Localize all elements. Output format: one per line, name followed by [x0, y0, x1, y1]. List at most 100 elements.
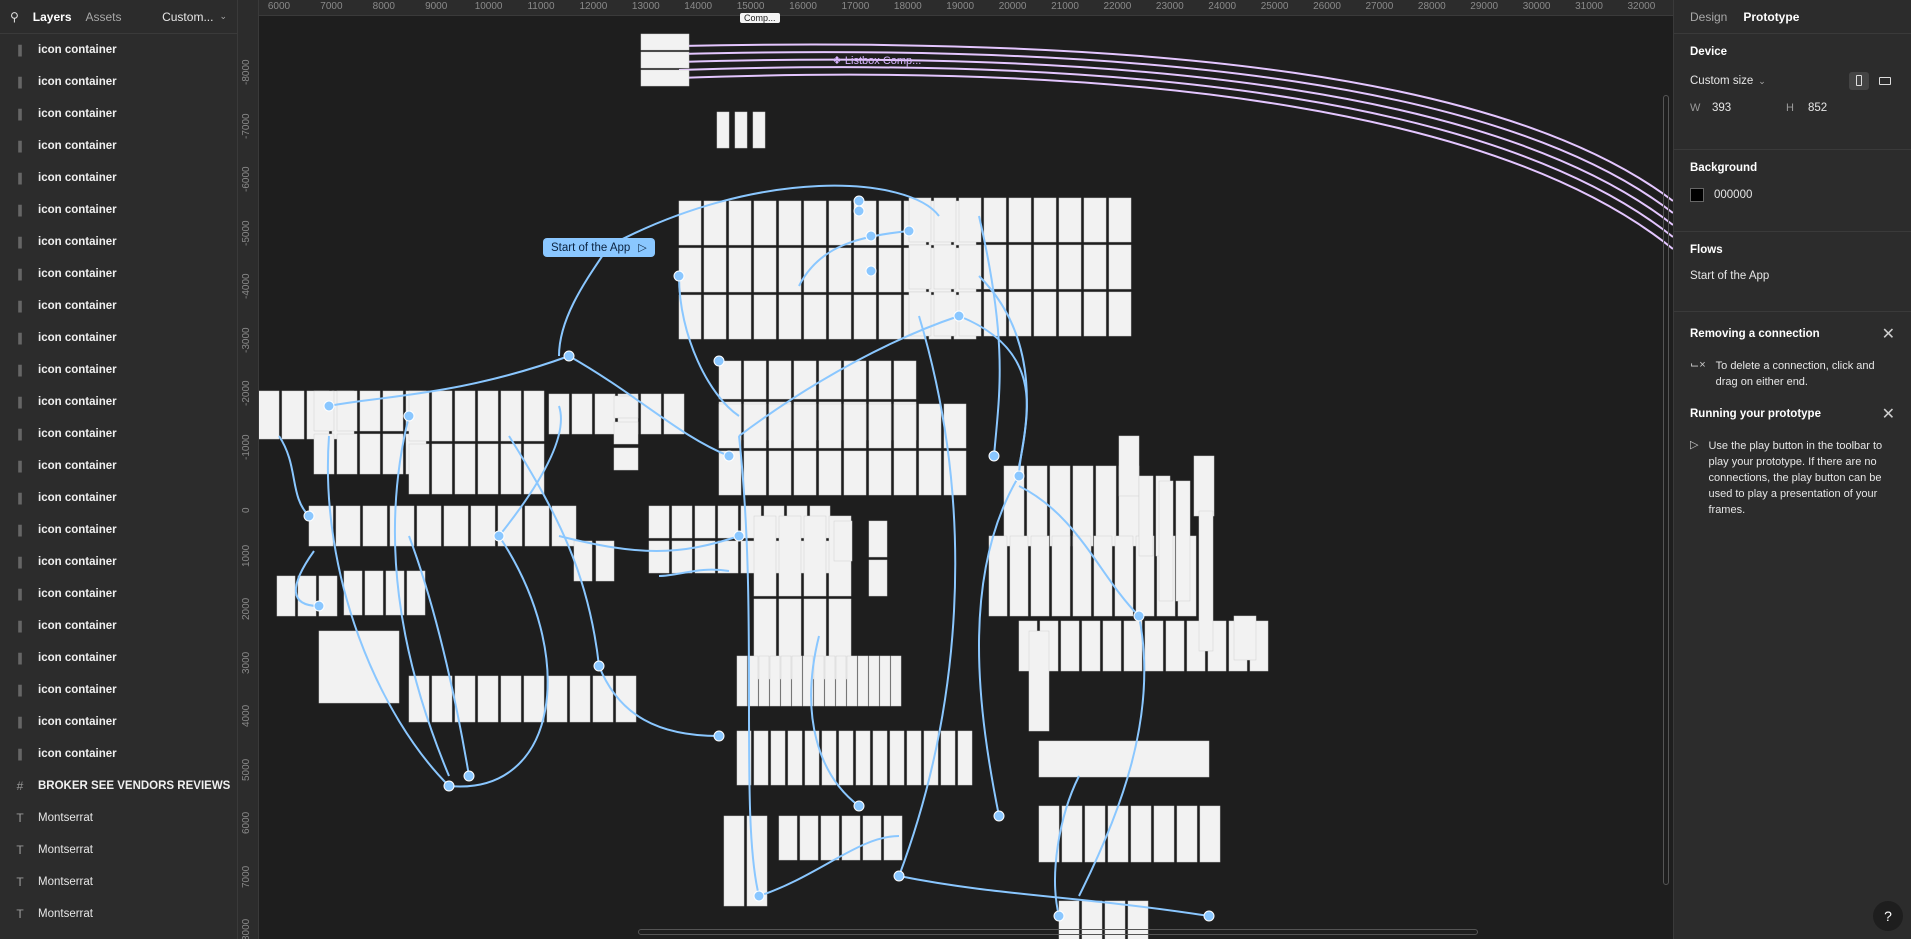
screen-frame[interactable]	[890, 655, 902, 707]
screen-frame[interactable]	[743, 450, 767, 496]
screen-frame[interactable]	[1093, 535, 1113, 617]
screen-frame[interactable]	[500, 675, 522, 723]
screen-frame[interactable]	[918, 403, 942, 449]
prototype-connector[interactable]	[558, 245, 610, 357]
screen-frame[interactable]	[1102, 620, 1122, 672]
connector-node[interactable]	[853, 800, 865, 812]
screen-frame[interactable]	[793, 450, 817, 496]
screen-frame[interactable]	[933, 244, 957, 290]
screen-frame[interactable]	[523, 390, 545, 442]
screen-frame[interactable]	[663, 393, 685, 435]
screen-frame[interactable]	[569, 675, 591, 723]
screen-frame[interactable]	[678, 247, 702, 293]
screen-frame[interactable]	[1081, 620, 1101, 672]
connector-node[interactable]	[443, 780, 455, 792]
connector-node[interactable]	[903, 225, 915, 237]
layer-row[interactable]: ∥ icon container	[0, 642, 237, 674]
screen-frame[interactable]	[833, 520, 853, 562]
screen-frame[interactable]	[862, 815, 882, 861]
screen-frame[interactable]	[943, 450, 967, 496]
screen-frame[interactable]	[879, 655, 891, 707]
screen-frame[interactable]	[1175, 480, 1191, 602]
tab-layers[interactable]: Layers	[33, 10, 72, 24]
screen-frame[interactable]	[648, 505, 670, 539]
tab-assets[interactable]: Assets	[86, 10, 122, 24]
layer-row[interactable]: ∥ icon container	[0, 514, 237, 546]
screen-frame[interactable]	[868, 450, 892, 496]
screen-frame[interactable]	[364, 570, 384, 616]
screen-frame[interactable]	[988, 535, 1008, 617]
screen-frame[interactable]	[416, 505, 442, 547]
screen-frame[interactable]	[828, 247, 852, 293]
screen-frame[interactable]	[872, 730, 888, 786]
screen-frame[interactable]	[1193, 455, 1215, 517]
screen-frame[interactable]	[1130, 805, 1152, 863]
screen-frame[interactable]	[694, 505, 716, 539]
prototype-connector[interactable]	[678, 73, 1673, 250]
layer-row[interactable]: ∥ icon container	[0, 738, 237, 770]
screen-frame[interactable]	[523, 675, 545, 723]
screen-frame[interactable]	[857, 655, 869, 707]
prototype-connector[interactable]	[278, 435, 310, 517]
screen-frame[interactable]	[613, 421, 639, 445]
screen-frame[interactable]	[893, 403, 917, 449]
screen-frame[interactable]	[778, 247, 802, 293]
connector-node[interactable]	[865, 230, 877, 242]
screen-frame[interactable]	[548, 393, 570, 435]
screen-frame[interactable]	[1233, 615, 1257, 661]
screen-frame[interactable]	[613, 447, 639, 471]
screen-frame[interactable]	[1028, 630, 1050, 732]
screen-frame[interactable]	[846, 655, 858, 707]
screen-frame[interactable]	[820, 815, 840, 861]
connector-node[interactable]	[493, 530, 505, 542]
search-icon[interactable]: ⚲	[10, 10, 19, 24]
screen-frame[interactable]	[1033, 244, 1057, 290]
connector-node[interactable]	[1133, 610, 1145, 622]
screen-frame[interactable]	[1033, 291, 1057, 337]
screen-frame[interactable]	[889, 730, 905, 786]
screen-frame[interactable]	[297, 575, 317, 617]
screen-frame[interactable]	[1176, 805, 1198, 863]
screen-frame[interactable]	[1058, 244, 1082, 290]
screen-frame[interactable]	[828, 200, 852, 246]
screen-frame[interactable]	[821, 730, 837, 786]
screen-frame[interactable]	[276, 575, 296, 617]
screen-frame[interactable]	[940, 730, 956, 786]
layer-row[interactable]: ∥ icon container	[0, 98, 237, 130]
connector-node[interactable]	[993, 810, 1005, 822]
screen-frame[interactable]	[778, 815, 798, 861]
screen-frame[interactable]	[803, 247, 827, 293]
screen-frame[interactable]	[1095, 465, 1117, 547]
screen-frame[interactable]	[793, 360, 817, 400]
layer-row[interactable]: T Montserrat	[0, 834, 237, 866]
screen-frame[interactable]	[793, 403, 817, 449]
screen-frame[interactable]	[454, 443, 476, 495]
connector-node[interactable]	[1013, 470, 1025, 482]
screen-frame[interactable]	[259, 390, 280, 440]
screen-frame[interactable]	[868, 360, 892, 400]
screen-frame[interactable]	[843, 450, 867, 496]
screen-frame[interactable]	[1158, 480, 1174, 602]
screen-frame[interactable]	[1108, 291, 1132, 337]
screen-frame[interactable]	[736, 655, 748, 707]
screen-frame[interactable]	[1123, 620, 1143, 672]
layer-row[interactable]: ∥ icon container	[0, 226, 237, 258]
layer-row[interactable]: ∥ icon container	[0, 322, 237, 354]
screen-frame[interactable]	[1009, 535, 1029, 617]
layer-row[interactable]: ∥ icon container	[0, 450, 237, 482]
screen-frame[interactable]	[803, 200, 827, 246]
screen-frame[interactable]	[958, 244, 982, 290]
screen-frame[interactable]	[640, 33, 690, 51]
layer-row[interactable]: ∥ icon container	[0, 162, 237, 194]
screen-frame[interactable]	[613, 395, 639, 419]
connector-node[interactable]	[563, 350, 575, 362]
top-component-label[interactable]: Comp...	[740, 13, 780, 23]
screen-frame[interactable]	[803, 294, 827, 340]
screen-frame[interactable]	[728, 247, 752, 293]
screen-frame[interactable]	[524, 505, 550, 547]
screen-frame[interactable]	[1165, 620, 1185, 672]
screen-frame[interactable]	[1051, 535, 1071, 617]
screen-frame[interactable]	[723, 815, 745, 907]
screen-frame[interactable]	[743, 360, 767, 400]
screen-frame[interactable]	[1144, 620, 1164, 672]
